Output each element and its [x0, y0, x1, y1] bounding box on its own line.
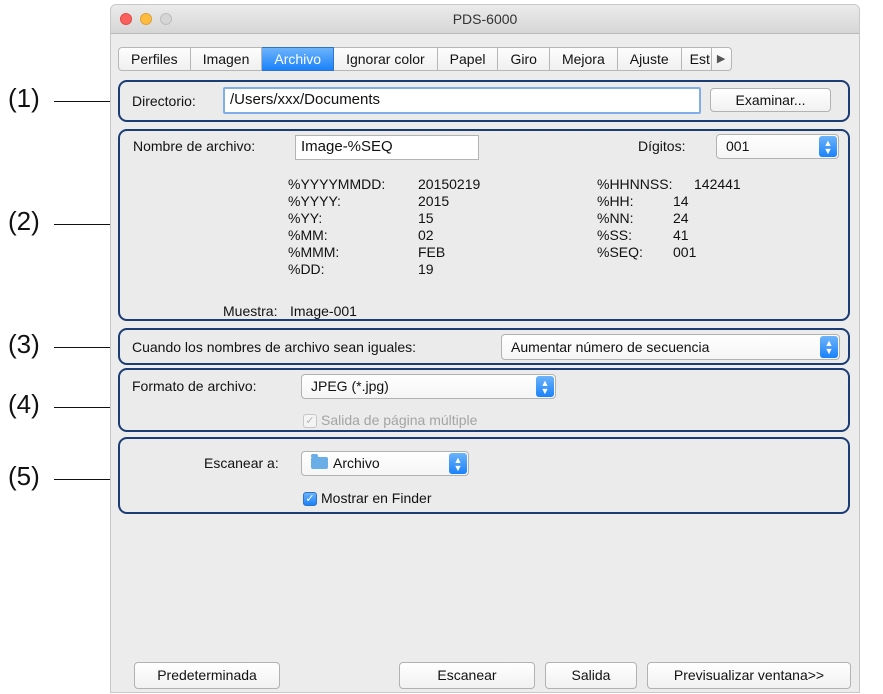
- tab-bar: Perfiles Imagen Archivo Ignorar color Pa…: [118, 47, 732, 71]
- token-key: %HH:: [597, 193, 634, 209]
- callout-4-leader: [54, 407, 118, 408]
- duplicate-group: Cuando los nombres de archivo sean igual…: [118, 328, 850, 365]
- format-label: Formato de archivo:: [132, 378, 257, 394]
- scan-to-select[interactable]: Archivo ▲ ▼: [301, 451, 469, 476]
- show-in-finder-checkbox[interactable]: ✓: [303, 492, 317, 506]
- callout-4: (4): [8, 389, 40, 419]
- callout-3: (3): [8, 329, 40, 359]
- multipage-label: Salida de página múltiple: [321, 412, 478, 428]
- filename-field[interactable]: Image-%SEQ: [295, 135, 479, 160]
- digits-select[interactable]: 001 ▲ ▼: [716, 134, 839, 159]
- scan-button[interactable]: Escanear: [399, 662, 535, 689]
- scan-to-group: Escanear a: Archivo ▲ ▼ ✓ Mostrar en Find…: [118, 437, 850, 514]
- preview-button[interactable]: Previsualizar ventana>>: [647, 662, 851, 689]
- title-bar: PDS-6000: [111, 5, 859, 34]
- tab-scroll-right-icon[interactable]: ▶: [711, 47, 732, 71]
- directory-group: Directorio: /Users/xxx/Documents Examina…: [118, 80, 850, 122]
- callout-2-leader: [54, 224, 118, 225]
- token-value: 142441: [694, 176, 741, 192]
- browse-button[interactable]: Examinar...: [710, 88, 831, 112]
- default-button[interactable]: Predeterminada: [134, 662, 280, 689]
- show-in-finder-label: Mostrar en Finder: [321, 490, 432, 506]
- token-value: 14: [673, 193, 689, 209]
- token-key: %YYYYMMDD:: [288, 176, 386, 192]
- callout-1-leader: [54, 101, 118, 102]
- callout-5-leader: [54, 479, 118, 480]
- multipage-checkbox[interactable]: ✓: [303, 414, 317, 428]
- format-select[interactable]: JPEG (*.jpg) ▲ ▼: [301, 374, 556, 399]
- token-key: %DD:: [288, 261, 325, 277]
- scan-to-stepper-icon: ▲ ▼: [449, 453, 467, 474]
- directory-label: Directorio:: [132, 93, 196, 109]
- tab-papel[interactable]: Papel: [437, 47, 499, 71]
- digits-label: Dígitos:: [638, 138, 686, 154]
- callout-1: (1): [8, 83, 40, 113]
- digits-stepper-icon: ▲ ▼: [819, 136, 837, 157]
- token-value: 15: [418, 210, 434, 226]
- duplicate-label: Cuando los nombres de archivo sean igual…: [132, 339, 417, 355]
- tab-estado[interactable]: Est: [681, 47, 712, 71]
- token-key: %MM:: [288, 227, 328, 243]
- format-group: Formato de archivo: JPEG (*.jpg) ▲ ▼ ✓ Sa…: [118, 368, 850, 432]
- format-value: JPEG (*.jpg): [311, 378, 389, 394]
- callout-3-leader: [54, 347, 118, 348]
- tab-archivo[interactable]: Archivo: [262, 47, 335, 71]
- duplicate-select[interactable]: Aumentar número de secuencia ▲ ▼: [501, 334, 840, 360]
- format-stepper-icon: ▲ ▼: [536, 376, 554, 397]
- tab-mejora[interactable]: Mejora: [549, 47, 618, 71]
- sample-label: Muestra:: [223, 303, 278, 319]
- token-value: FEB: [418, 244, 446, 260]
- tab-imagen[interactable]: Imagen: [190, 47, 263, 71]
- tab-ajuste[interactable]: Ajuste: [617, 47, 682, 71]
- tab-perfiles[interactable]: Perfiles: [118, 47, 191, 71]
- callout-5: (5): [8, 461, 40, 491]
- token-value: 2015: [418, 193, 450, 209]
- token-key: %NN:: [597, 210, 634, 226]
- tab-giro[interactable]: Giro: [498, 47, 550, 71]
- exit-button[interactable]: Salida: [545, 662, 637, 689]
- token-key: %SEQ:: [597, 244, 643, 260]
- tab-ignorar-color[interactable]: Ignorar color: [334, 47, 438, 71]
- sample-value: Image-001: [290, 303, 357, 319]
- token-value: 19: [418, 261, 434, 277]
- token-key: %SS:: [597, 227, 633, 243]
- directory-field[interactable]: /Users/xxx/Documents: [223, 87, 701, 114]
- token-key: %HHNNSS:: [597, 176, 673, 192]
- duplicate-stepper-icon: ▲ ▼: [820, 336, 838, 358]
- token-key: %MMM:: [288, 244, 340, 260]
- token-key: %YY:: [288, 210, 323, 226]
- scan-to-value: Archivo: [333, 455, 380, 471]
- token-value: 20150219: [418, 176, 481, 192]
- token-value: 24: [673, 210, 689, 226]
- folder-icon: [311, 454, 328, 469]
- digits-value: 001: [726, 138, 750, 154]
- filename-group: Nombre de archivo: Image-%SEQ Dígitos: 0…: [118, 129, 850, 321]
- callout-2: (2): [8, 206, 40, 236]
- token-value: 02: [418, 227, 434, 243]
- token-key: %YYYY:: [288, 193, 341, 209]
- duplicate-value: Aumentar número de secuencia: [511, 339, 710, 355]
- scan-to-label: Escanear a:: [204, 455, 279, 471]
- window-title: PDS-6000: [452, 11, 518, 27]
- filename-label: Nombre de archivo:: [133, 138, 256, 154]
- token-value: 001: [673, 244, 697, 260]
- token-value: 41: [673, 227, 689, 243]
